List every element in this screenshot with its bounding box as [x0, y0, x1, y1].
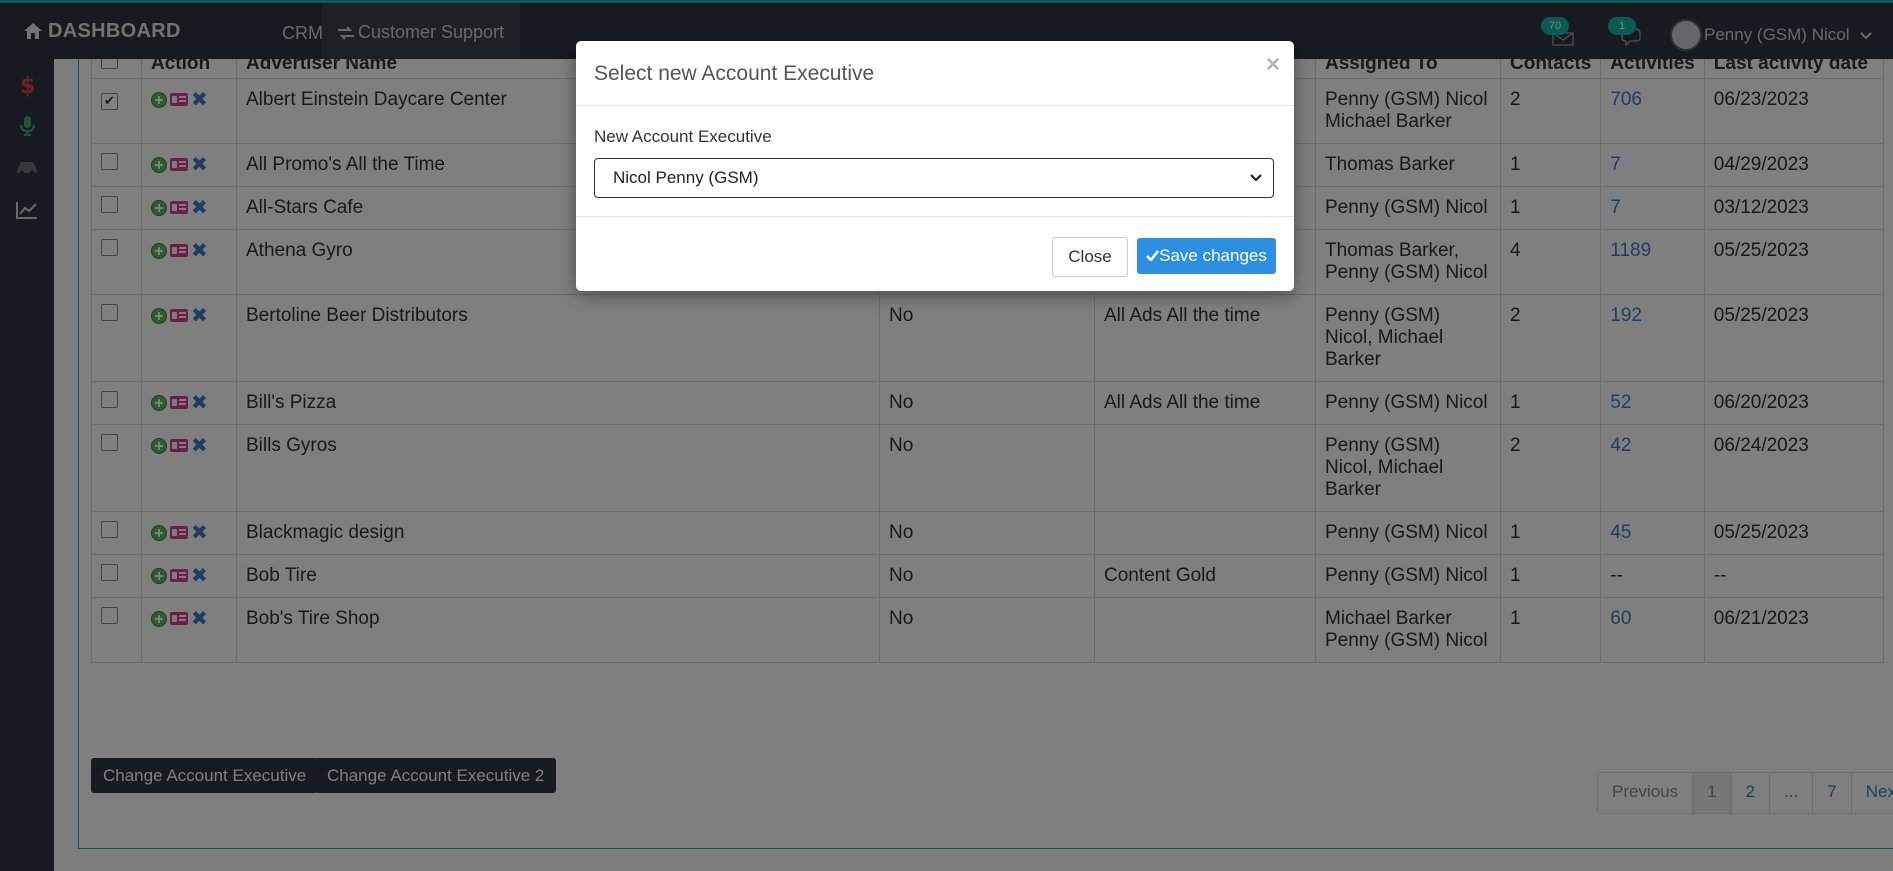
modal-footer: Close Save changes	[576, 217, 1294, 292]
modal-body: New Account Executive Nicol Penny (GSM)	[576, 106, 1294, 217]
chevron-down-icon	[1250, 174, 1262, 182]
close-button[interactable]: Close	[1052, 237, 1128, 277]
close-icon[interactable]: ×	[1266, 51, 1280, 79]
save-changes-button[interactable]: Save changes	[1137, 238, 1276, 274]
new-account-executive-label: New Account Executive	[594, 127, 772, 146]
save-changes-label: Save changes	[1159, 246, 1267, 265]
select-account-executive-modal: Select new Account Executive × New Accou…	[576, 41, 1294, 291]
modal-title: Select new Account Executive	[594, 62, 875, 85]
modal-header: Select new Account Executive ×	[576, 41, 1294, 106]
selected-value: Nicol Penny (GSM)	[613, 168, 759, 187]
account-executive-select[interactable]: Nicol Penny (GSM)	[594, 158, 1274, 198]
check-icon	[1146, 250, 1160, 262]
